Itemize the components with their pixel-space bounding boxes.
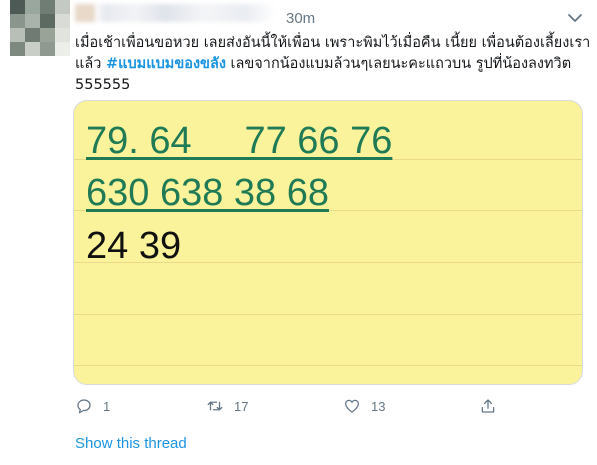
- tweet-text-line-2: แล้ว #แบมแบมของขลัง เลขจากน้องแบมล้วนๆเล…: [75, 54, 585, 75]
- hashtag-link[interactable]: #แบมแบมของขลัง: [106, 56, 226, 72]
- share-button[interactable]: [479, 395, 497, 417]
- tweet-timestamp[interactable]: 30m: [286, 10, 315, 27]
- tweet-actions: 1 17 13: [75, 395, 515, 417]
- note-rule: [74, 314, 582, 315]
- like-button[interactable]: 13: [343, 395, 385, 417]
- reply-count: 1: [103, 398, 111, 414]
- reply-icon: [77, 399, 91, 414]
- tweet-text-prefix: แล้ว: [75, 56, 106, 72]
- retweet-icon: [207, 401, 223, 411]
- note-line-2: 630 638 38 68: [86, 172, 330, 214]
- avatar[interactable]: [10, 0, 70, 56]
- tweet-text-line-3: 555555: [75, 77, 131, 93]
- note-line-1: 79. 64 77 66 76: [86, 120, 393, 162]
- share-icon: [481, 399, 495, 413]
- tweet-text: เมื่อเช้าเพื่อนขอหวย เลยส่งอันนี้ให้เพื่…: [75, 33, 591, 96]
- note-rule: [74, 365, 582, 366]
- like-count: 13: [371, 398, 386, 414]
- author-name-blurred[interactable]: [75, 4, 275, 22]
- note-line-3: 24 39: [86, 225, 182, 267]
- like-icon: [344, 399, 360, 413]
- tweet-text-line-1: เมื่อเช้าเพื่อนขอหวย เลยส่งอันนี้ให้เพื่…: [75, 35, 591, 51]
- reply-button[interactable]: 1: [75, 395, 110, 417]
- tweet-text-suffix: เลขจากน้องแบมล้วนๆเลยนะคะแถวบน รูปที่น้อ…: [225, 56, 572, 72]
- chevron-down-icon[interactable]: [567, 11, 583, 25]
- retweet-count: 17: [234, 398, 249, 414]
- tweet-image-note[interactable]: 79. 64 77 66 76 630 638 38 68 24 39: [73, 100, 583, 385]
- show-thread-link[interactable]: Show this thread: [75, 435, 187, 452]
- retweet-button[interactable]: 17: [206, 395, 248, 417]
